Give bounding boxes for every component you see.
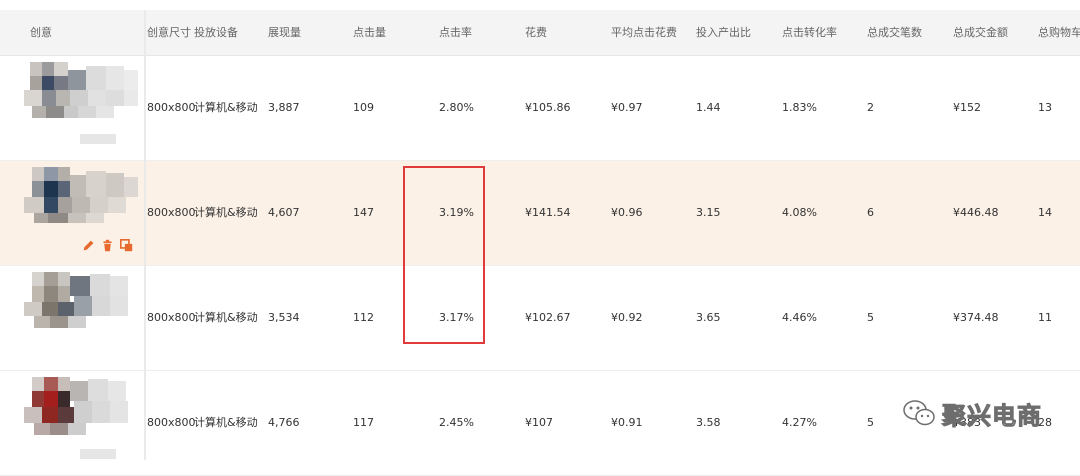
creative-caption-placeholder: [80, 134, 116, 144]
ctr-cell: 3.17%: [439, 311, 474, 324]
cvr-cell: 4.46%: [782, 311, 817, 324]
orders-cell: 2: [867, 101, 874, 114]
gmv-cell: ¥152: [953, 101, 981, 114]
cart-cell: 11: [1038, 311, 1052, 324]
ctr-cell: 2.80%: [439, 101, 474, 114]
column-header-ctr[interactable]: 点击率: [439, 10, 509, 55]
column-header-cost[interactable]: 花费: [525, 10, 595, 55]
roi-cell: 3.58: [696, 416, 721, 429]
column-header-cart[interactable]: 总购物车数: [1038, 10, 1080, 55]
device-cell: 计算机&移动: [194, 101, 258, 114]
orders-cell: 5: [867, 311, 874, 324]
cost-cell: ¥105.86: [525, 101, 571, 114]
frozen-column-divider: [144, 10, 146, 460]
cost-cell: ¥102.67: [525, 311, 571, 324]
orders-cell: 6: [867, 206, 874, 219]
creative-thumbnail[interactable]: [24, 377, 142, 447]
column-header-roi[interactable]: 投入产出比: [696, 10, 776, 55]
cvr-cell: 4.27%: [782, 416, 817, 429]
roi-cell: 3.65: [696, 311, 721, 324]
table-row[interactable]: 800x800 计算机&移动 3,534 112 3.17% ¥102.67 ¥…: [0, 266, 1080, 371]
avg-cpc-cell: ¥0.92: [611, 311, 643, 324]
clicks-cell: 112: [353, 311, 374, 324]
creative-report-table: 创意 创意尺寸 投放设备 展现量 点击量 点击率 花费 平均点击花费 投入产出比…: [0, 0, 1080, 476]
copy-icon[interactable]: [120, 239, 133, 252]
clicks-cell: 147: [353, 206, 374, 219]
impressions-cell: 3,887: [268, 101, 300, 114]
column-header-clicks[interactable]: 点击量: [353, 10, 423, 55]
device-cell: 计算机&移动: [194, 311, 258, 324]
wechat-icon: [903, 400, 935, 426]
impressions-cell: 3,534: [268, 311, 300, 324]
avg-cpc-cell: ¥0.96: [611, 206, 643, 219]
column-header-size[interactable]: 创意尺寸: [147, 10, 191, 55]
gmv-cell: ¥446.48: [953, 206, 999, 219]
size-cell: 800x800: [147, 101, 196, 114]
gmv-cell: ¥374.48: [953, 311, 999, 324]
device-cell: 计算机&移动: [194, 416, 258, 429]
size-cell: 800x800: [147, 416, 196, 429]
cost-cell: ¥107: [525, 416, 553, 429]
roi-cell: 1.44: [696, 101, 721, 114]
impressions-cell: 4,766: [268, 416, 300, 429]
clicks-cell: 109: [353, 101, 374, 114]
creative-actions: [82, 239, 133, 255]
creative-thumbnail[interactable]: [24, 62, 142, 132]
roi-cell: 3.15: [696, 206, 721, 219]
column-header-impressions[interactable]: 展现量: [268, 10, 338, 55]
size-cell: 800x800: [147, 206, 196, 219]
size-cell: 800x800: [147, 311, 196, 324]
pencil-icon[interactable]: [82, 239, 95, 252]
creative-thumbnail[interactable]: [24, 167, 142, 237]
column-header-device[interactable]: 投放设备: [194, 10, 264, 55]
column-header-gmv[interactable]: 总成交金额: [953, 10, 1033, 55]
table-header: 创意 创意尺寸 投放设备 展现量 点击量 点击率 花费 平均点击花费 投入产出比…: [0, 10, 1080, 56]
avg-cpc-cell: ¥0.91: [611, 416, 643, 429]
creative-caption-placeholder: [80, 449, 116, 459]
column-header-orders[interactable]: 总成交笔数: [867, 10, 947, 55]
ctr-cell: 3.19%: [439, 206, 474, 219]
trash-icon[interactable]: [101, 239, 114, 252]
device-cell: 计算机&移动: [194, 206, 258, 219]
column-header-creative[interactable]: 创意: [30, 10, 130, 55]
cvr-cell: 1.83%: [782, 101, 817, 114]
clicks-cell: 117: [353, 416, 374, 429]
cart-cell: 13: [1038, 101, 1052, 114]
creative-thumbnail[interactable]: [24, 272, 142, 342]
watermark-text: 聚兴电商: [942, 401, 1042, 430]
table-row[interactable]: 800x800 计算机&移动 4,607 147 3.19% ¥141.54 ¥…: [0, 161, 1080, 266]
impressions-cell: 4,607: [268, 206, 300, 219]
wechat-watermark: 聚兴电商: [902, 396, 1042, 430]
table-row[interactable]: 800x800 计算机&移动 3,887 109 2.80% ¥105.86 ¥…: [0, 56, 1080, 161]
cart-cell: 14: [1038, 206, 1052, 219]
cost-cell: ¥141.54: [525, 206, 571, 219]
ctr-cell: 2.45%: [439, 416, 474, 429]
avg-cpc-cell: ¥0.97: [611, 101, 643, 114]
orders-cell: 5: [867, 416, 874, 429]
column-header-avg-cpc[interactable]: 平均点击花费: [611, 10, 691, 55]
column-header-cvr[interactable]: 点击转化率: [782, 10, 862, 55]
cvr-cell: 4.08%: [782, 206, 817, 219]
